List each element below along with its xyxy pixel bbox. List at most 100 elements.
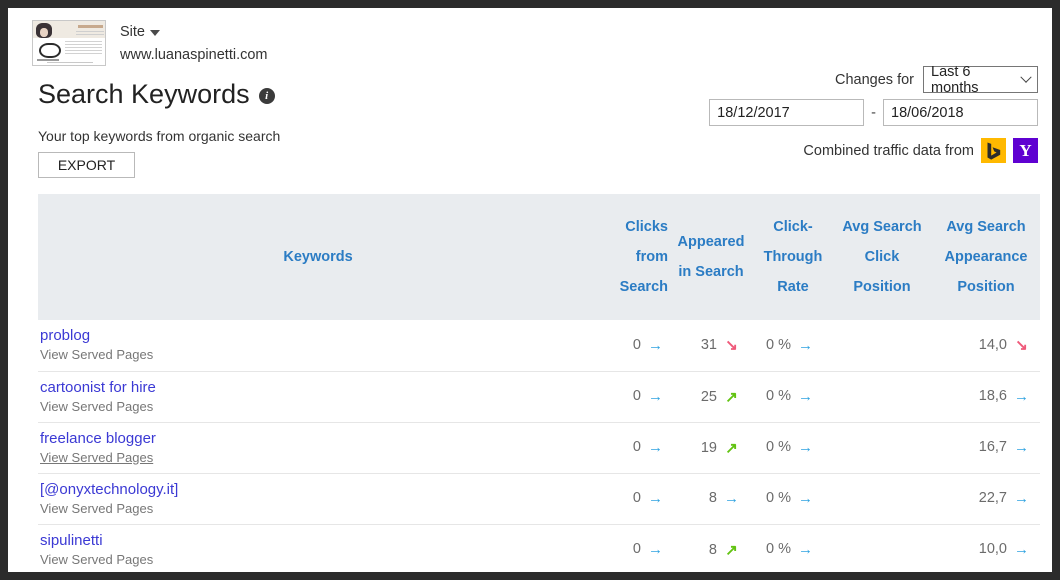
ctr-cell: 0 %→: [754, 473, 832, 524]
trend-flat-arrow-icon: →: [797, 541, 814, 558]
view-served-pages-link[interactable]: View Served Pages: [40, 346, 153, 364]
date-range-select-value: Last 6 months: [931, 64, 1022, 96]
metric-value: 19: [701, 440, 717, 456]
trend-flat-arrow-icon: →: [723, 490, 740, 507]
hdr-line: Position: [932, 272, 1040, 302]
keyword-link[interactable]: sipulinetti: [40, 531, 597, 550]
metric-value: 0 %: [766, 388, 791, 404]
date-range-inputs: 18/12/2017 - 18/06/2018: [709, 99, 1038, 126]
date-from-input[interactable]: 18/12/2017: [709, 99, 864, 126]
metric-value: 25: [701, 389, 717, 405]
metric-value: 0: [633, 541, 641, 557]
site-selector-label: Site: [120, 22, 145, 42]
keyword-cell: problogView Served Pages: [38, 320, 598, 371]
site-header: Site www.luanaspinetti.com: [8, 8, 1052, 66]
keyword-cell: [@onyxtechnology.it]View Served Pages: [38, 473, 598, 524]
table-header-row: Keywords Clicks from Search Appeared in …: [38, 194, 1040, 320]
keyword-cell: sipulinettiView Served Pages: [38, 524, 598, 572]
trend-flat-arrow-icon: →: [1013, 439, 1030, 456]
site-selector[interactable]: Site: [120, 22, 268, 42]
view-served-pages-link[interactable]: View Served Pages: [40, 500, 153, 518]
site-thumbnail-image: [32, 20, 106, 66]
date-separator: -: [871, 105, 876, 121]
date-range-select[interactable]: Last 6 months: [923, 66, 1038, 93]
metric-value: 0 %: [766, 439, 791, 455]
appeared-cell: 19 ↗: [668, 422, 754, 473]
click-position-cell: [832, 371, 932, 422]
column-header-click-through-rate[interactable]: Click- Through Rate: [754, 194, 832, 320]
trend-up-arrow-icon: ↗: [723, 388, 740, 406]
hdr-line: Avg Search: [832, 212, 932, 242]
view-served-pages-link[interactable]: View Served Pages: [40, 398, 153, 416]
ctr-cell: 0 %→: [754, 422, 832, 473]
clicks-cell: 0→: [598, 371, 668, 422]
trend-flat-arrow-icon: →: [647, 490, 664, 507]
keyword-link[interactable]: freelance blogger: [40, 429, 597, 448]
appearance-position-cell: 22,7→: [932, 473, 1040, 524]
metric-value: 14,0: [979, 337, 1007, 353]
keyword-link[interactable]: [@onyxtechnology.it]: [40, 480, 597, 499]
hdr-line: from: [598, 242, 668, 272]
column-header-keywords[interactable]: Keywords: [38, 194, 598, 320]
site-meta: Site www.luanaspinetti.com: [120, 20, 268, 65]
metric-value: 8: [709, 542, 717, 558]
hdr-line: Position: [832, 272, 932, 302]
combined-traffic-sources: Combined traffic data from Y: [803, 138, 1038, 163]
keyword-link[interactable]: cartoonist for hire: [40, 378, 597, 397]
changes-for-label: Changes for: [835, 72, 914, 88]
trend-flat-arrow-icon: →: [647, 439, 664, 456]
trend-flat-arrow-icon: →: [647, 541, 664, 558]
column-header-avg-search-click-position[interactable]: Avg Search Click Position: [832, 194, 932, 320]
metric-value: 10,0: [979, 541, 1007, 557]
info-icon[interactable]: i: [259, 88, 275, 104]
metric-value: 0 %: [766, 541, 791, 557]
metric-value: 31: [701, 337, 717, 353]
metric-value: 0: [633, 388, 641, 404]
metric-value: 22,7: [979, 490, 1007, 506]
appeared-cell: 8↗: [668, 524, 754, 572]
chevron-down-icon: [1020, 71, 1031, 82]
keyword-cell: cartoonist for hireView Served Pages: [38, 371, 598, 422]
hdr-line: Rate: [754, 272, 832, 302]
trend-flat-arrow-icon: →: [647, 388, 664, 405]
appeared-cell: 31 ↘: [668, 320, 754, 371]
report-page: Site www.luanaspinetti.com Search Keywor…: [8, 8, 1052, 572]
clicks-cell: 0→: [598, 422, 668, 473]
ctr-cell: 0 %→: [754, 320, 832, 371]
view-served-pages-link[interactable]: View Served Pages: [40, 449, 153, 467]
metric-value: 0: [633, 490, 641, 506]
yahoo-icon: Y: [1013, 138, 1038, 163]
column-header-avg-search-appearance-position[interactable]: Avg Search Appearance Position: [932, 194, 1040, 320]
hdr-line: Click: [832, 242, 932, 272]
trend-flat-arrow-icon: →: [797, 337, 814, 354]
hdr-line: Appeared: [668, 227, 754, 257]
table-row: problogView Served Pages0→31↘0 %→14,0↘: [38, 320, 1040, 371]
hdr-line: Through: [754, 242, 832, 272]
click-position-cell: [832, 473, 932, 524]
column-header-clicks-from-search[interactable]: Clicks from Search: [598, 194, 668, 320]
trend-up-arrow-icon: ↗: [723, 439, 740, 457]
table-row: [@onyxtechnology.it]View Served Pages0→8…: [38, 473, 1040, 524]
trend-flat-arrow-icon: →: [1013, 541, 1030, 558]
column-header-appeared-in-search[interactable]: Appeared in Search: [668, 194, 754, 320]
keywords-table: Keywords Clicks from Search Appeared in …: [38, 194, 1040, 572]
trend-down-arrow-icon: ↘: [723, 336, 740, 354]
appearance-position-cell: 10,0 →: [932, 524, 1040, 572]
export-button[interactable]: EXPORT: [38, 152, 135, 178]
trend-up-arrow-icon: ↗: [723, 541, 740, 559]
trend-flat-arrow-icon: →: [1013, 388, 1030, 405]
hdr-line: Appearance: [932, 242, 1040, 272]
appearance-position-cell: 18,6→: [932, 371, 1040, 422]
hdr-line: in Search: [668, 257, 754, 287]
clicks-cell: 0→: [598, 320, 668, 371]
click-position-cell: [832, 524, 932, 572]
combined-traffic-label: Combined traffic data from: [803, 143, 974, 159]
table-row: sipulinettiView Served Pages0→8↗0 %→10,0…: [38, 524, 1040, 572]
keyword-cell: freelance bloggerView Served Pages: [38, 422, 598, 473]
table-row: freelance bloggerView Served Pages0→19↗0…: [38, 422, 1040, 473]
keyword-link[interactable]: problog: [40, 326, 597, 345]
date-to-input[interactable]: 18/06/2018: [883, 99, 1038, 126]
metric-value: 16,7: [979, 439, 1007, 455]
trend-down-arrow-icon: ↘: [1013, 336, 1030, 354]
view-served-pages-link[interactable]: View Served Pages: [40, 551, 153, 569]
